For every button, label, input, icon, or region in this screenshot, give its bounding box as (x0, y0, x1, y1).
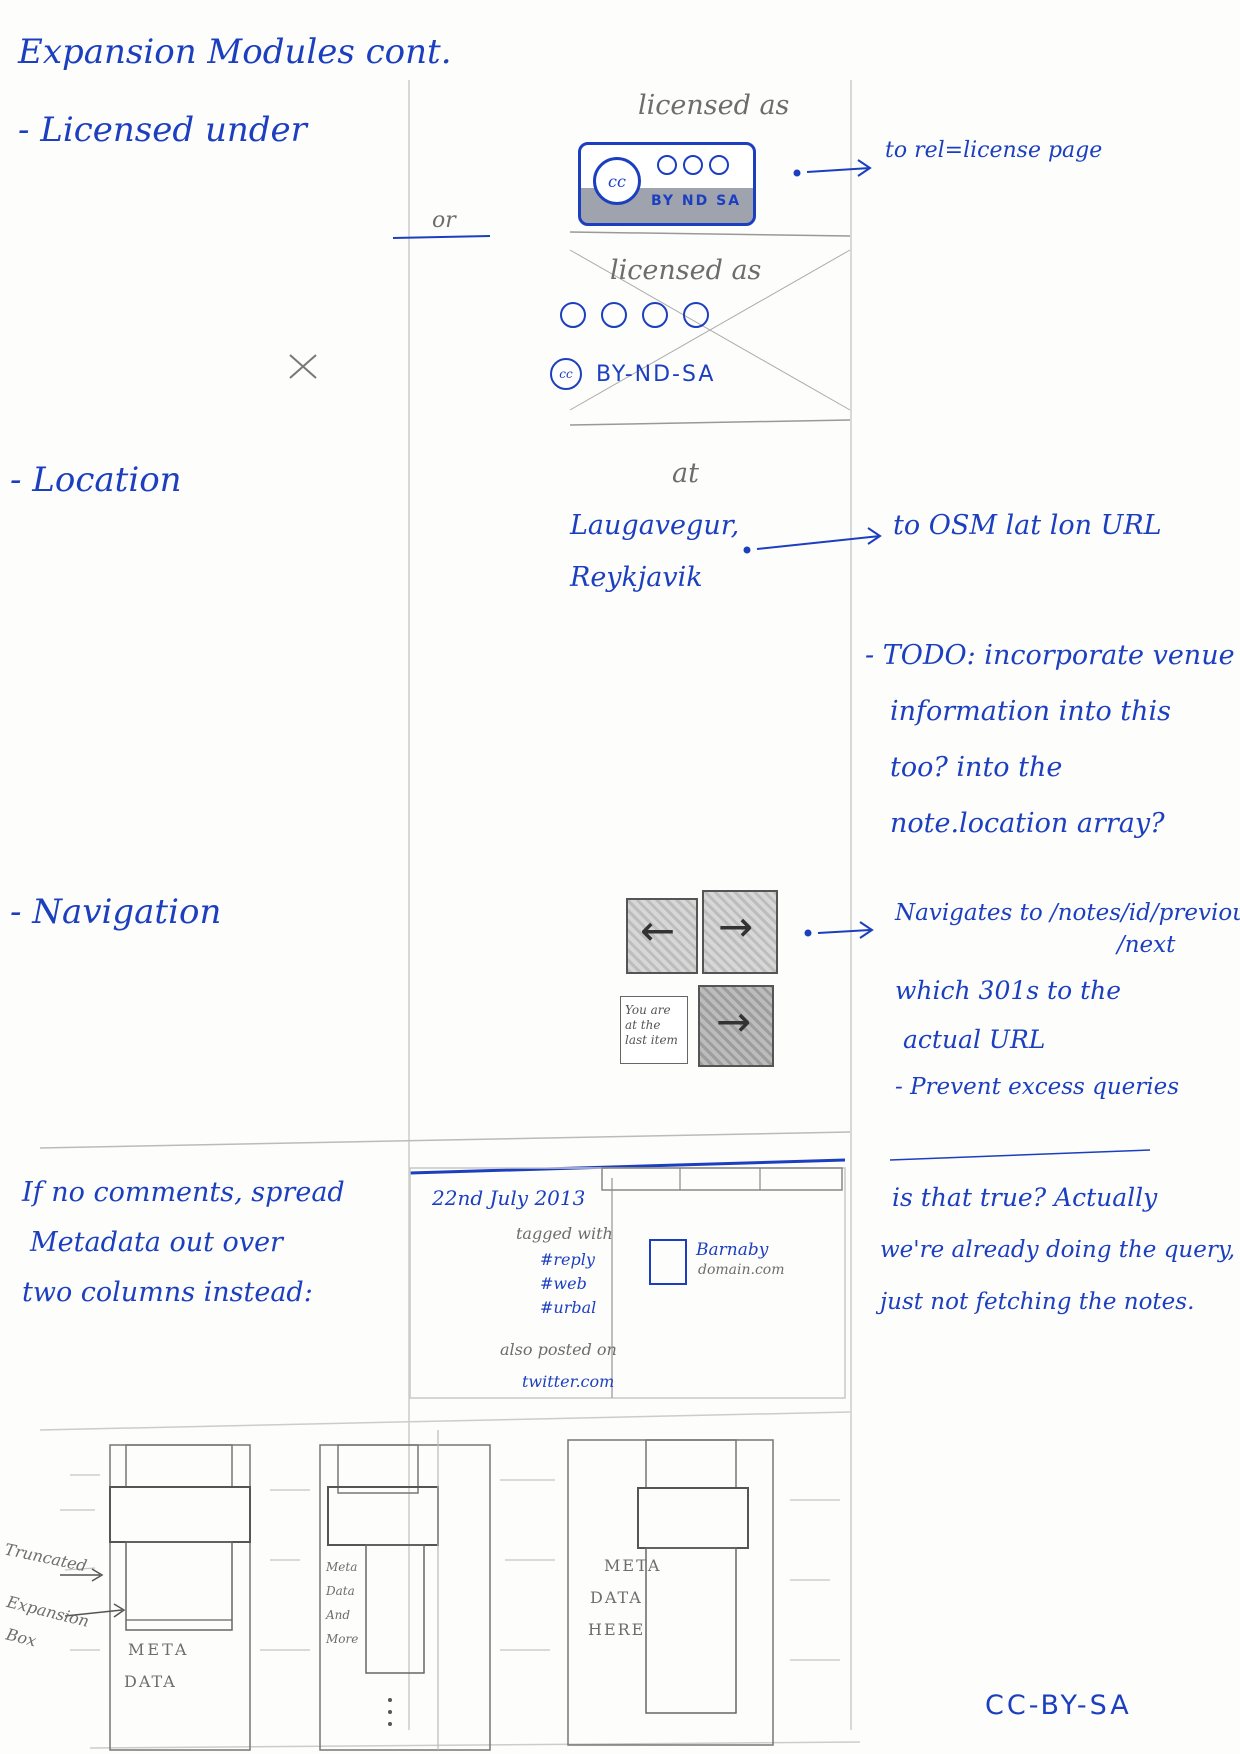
tagged-with-label: tagged with (516, 1224, 613, 1243)
cc-small-text: cc (559, 367, 573, 381)
panel2-meta-line: Meta (326, 1560, 358, 1574)
panel3-meta-line: DATA (590, 1588, 643, 1607)
alt-license-text-row: cc BY-ND-SA (550, 358, 715, 390)
licensed-as-heading: licensed as (638, 90, 790, 121)
panel1-meta-line: DATA (124, 1672, 177, 1691)
last-item-notice: You are at the last item (620, 996, 688, 1064)
nav-note-line: - Prevent excess queries (895, 1074, 1180, 1100)
footer-license: CC-BY-SA (985, 1690, 1132, 1721)
syndication-link[interactable]: twitter.com (522, 1372, 614, 1391)
panel3-meta-line: HERE (588, 1620, 646, 1639)
arrow-right-icon: → (716, 997, 752, 1046)
panel2-meta-line: Data (326, 1584, 355, 1598)
nd-circle-icon (642, 302, 669, 328)
nd-icon (683, 155, 703, 175)
license-badge[interactable]: cc BY ND SA (578, 142, 756, 226)
todo-line: note.location array? (890, 808, 1165, 839)
cc-logo-icon: cc (593, 157, 641, 205)
comments-note-line: Metadata out over (30, 1227, 283, 1258)
nav-note-line: actual URL (903, 1025, 1046, 1054)
last-item-line: You are (625, 1003, 671, 1017)
author-name[interactable]: Barnaby (696, 1240, 768, 1260)
last-item-line: last item (625, 1033, 678, 1047)
arrow-left-icon: ← (640, 906, 676, 955)
panel2-meta-line: And (326, 1608, 351, 1622)
last-item-line: at the (625, 1018, 661, 1032)
alt-licensed-heading: licensed as (610, 255, 762, 286)
nav-note-line: /next (1117, 932, 1176, 958)
reply-note-line: we're already doing the query, (880, 1237, 1236, 1263)
also-posted-label: also posted on (500, 1340, 617, 1359)
author-domain[interactable]: domain.com (698, 1262, 785, 1278)
nav-note-line: Navigates to /notes/id/previous (895, 900, 1240, 926)
cc-small-icon: cc (550, 358, 582, 390)
nav-note-line: which 301s to the (895, 976, 1122, 1005)
by-icon (657, 155, 677, 175)
author-avatar-icon (652, 1242, 684, 1282)
todo-line: - TODO: incorporate venue (865, 640, 1235, 671)
by-circle-icon (601, 302, 628, 328)
license-link-note: to rel=license page (885, 138, 1103, 163)
sa-icon (709, 155, 729, 175)
location-place-line1[interactable]: Laugavegur, (570, 510, 739, 541)
comments-note-line: two columns instead: (22, 1277, 313, 1308)
panel3-meta-line: META (604, 1556, 662, 1575)
tag-link[interactable]: #urbal (540, 1298, 596, 1317)
comments-note-line: If no comments, spread (22, 1177, 345, 1208)
panel2-meta-line: More (326, 1632, 359, 1646)
todo-line: information into this (890, 696, 1172, 727)
todo-line: too? into the (890, 752, 1063, 783)
comments-note: If no comments, spread Metadata out over… (22, 1168, 345, 1318)
alt-license-text: BY-ND-SA (596, 361, 716, 387)
navigation-note: Navigates to /notes/id/previous /next wh… (895, 900, 1240, 1100)
sa-circle-icon (683, 302, 710, 328)
reply-note-line: is that true? Actually (892, 1183, 1158, 1212)
licensed-label: - Licensed under (18, 110, 307, 150)
reply-note: is that true? Actually we're already doi… (880, 1172, 1235, 1328)
location-link-note: to OSM lat lon URL (893, 510, 1162, 541)
page-title: Expansion Modules cont. (18, 32, 452, 72)
next-button[interactable]: → (702, 890, 778, 974)
cc-logo-text: cc (608, 171, 626, 191)
or-label: or (432, 208, 456, 233)
todo-note: - TODO: incorporate venue information in… (865, 628, 1235, 852)
location-label: - Location (10, 460, 182, 500)
previous-button[interactable]: ← (626, 898, 698, 974)
cc-circle-icon (560, 302, 586, 328)
next-button-last[interactable]: → (698, 985, 774, 1067)
at-label: at (672, 458, 699, 489)
navigation-label: - Navigation (10, 892, 222, 932)
note-date: 22nd July 2013 (432, 1186, 586, 1210)
tag-link[interactable]: #reply (540, 1250, 595, 1269)
panel1-meta-line: META (128, 1640, 190, 1659)
alt-license-icons (560, 302, 710, 332)
tag-link[interactable]: #web (540, 1274, 587, 1293)
license-terms: BY ND SA (651, 193, 742, 209)
reply-note-line: just not fetching the notes. (880, 1289, 1195, 1315)
arrow-right-icon: → (718, 902, 754, 951)
location-place-line2[interactable]: Reykjavik (570, 562, 703, 593)
